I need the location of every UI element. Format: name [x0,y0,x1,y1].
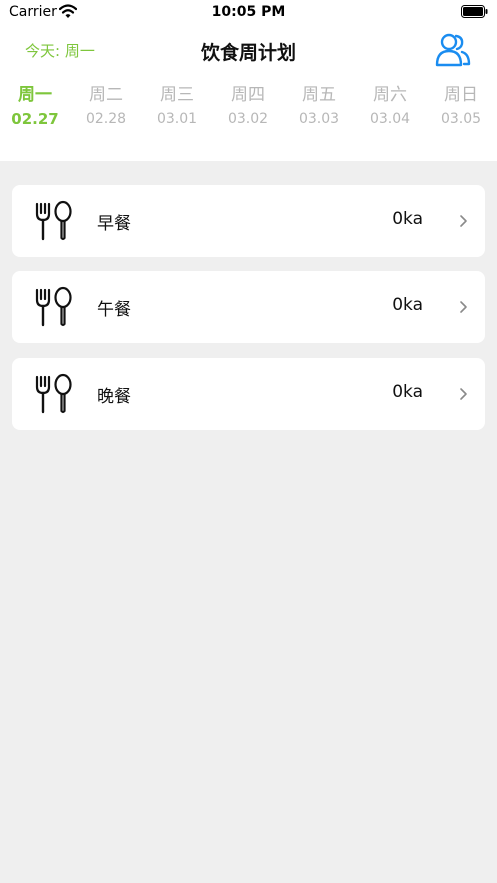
day-tab-wed[interactable]: 周三 03.01 [142,82,212,130]
day-tab-mon[interactable]: 周一 02.27 [0,82,70,130]
day-date: 03.01 [156,111,198,127]
chevron-right-icon [460,301,467,313]
meal-calories: 0ka [392,209,423,229]
fork-spoon-icon [35,200,72,241]
day-tab-fri[interactable]: 周五 03.03 [284,82,354,130]
status-bar: Carrier 10:05 PM [0,0,497,26]
day-name: 周六 [373,85,407,105]
day-name: 周五 [302,85,336,105]
status-time: 10:05 PM [211,4,286,20]
meal-row-breakfast[interactable]: 早餐 0ka [12,185,485,257]
day-name: 周日 [444,85,478,105]
day-tab-tue[interactable]: 周二 02.28 [71,82,141,130]
day-date: 03.04 [369,111,411,127]
meal-row-dinner[interactable]: 晚餐 0ka [12,358,485,430]
day-date: 02.27 [11,110,59,128]
day-name: 周三 [160,85,194,105]
day-name: 周一 [18,85,52,105]
header-panel: Carrier 10:05 PM 今天: 周一 饮食周计划 周一 02.27 周… [0,0,497,161]
users-icon[interactable] [434,31,472,69]
chevron-right-icon [460,388,467,400]
battery-icon [461,5,488,18]
fork-spoon-icon [35,373,72,414]
meal-name: 早餐 [97,214,131,234]
day-date: 03.05 [440,111,482,127]
day-tab-sat[interactable]: 周六 03.04 [355,82,425,130]
day-name: 周二 [89,85,123,105]
meal-row-lunch[interactable]: 午餐 0ka [12,271,485,343]
day-tab-thu[interactable]: 周四 03.02 [213,82,283,130]
meal-calories: 0ka [392,295,423,315]
week-day-selector: 周一 02.27 周二 02.28 周三 03.01 周四 03.02 周五 0… [0,82,497,134]
meal-name: 午餐 [97,300,131,320]
day-date: 03.02 [227,111,269,127]
day-tab-sun[interactable]: 周日 03.05 [426,82,496,130]
day-date: 03.03 [298,111,340,127]
fork-spoon-icon [35,286,72,327]
day-name: 周四 [231,85,265,105]
day-date: 02.28 [85,111,127,127]
meal-name: 晚餐 [97,387,131,407]
meal-calories: 0ka [392,382,423,402]
chevron-right-icon [460,215,467,227]
page-title: 饮食周计划 [200,42,296,64]
